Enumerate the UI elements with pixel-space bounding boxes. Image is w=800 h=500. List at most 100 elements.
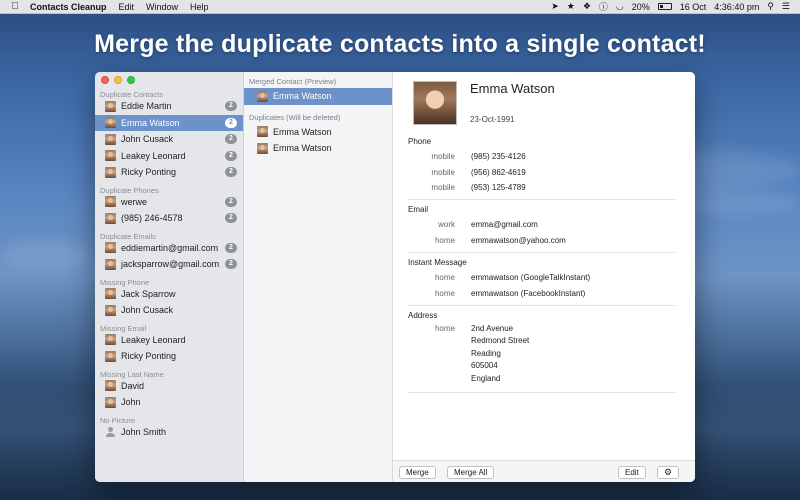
- app-menu[interactable]: Contacts Cleanup: [30, 2, 107, 12]
- sidebar-item-label: Eddie Martin: [121, 101, 172, 112]
- section-divider: [408, 252, 675, 253]
- battery-icon[interactable]: [657, 3, 672, 10]
- gear-icon[interactable]: ⚙: [657, 466, 679, 479]
- contact-birthday: 23-Oct-1991: [470, 115, 515, 124]
- sidebar-list: Duplicate Contacts Eddie Martin 2 Emma Wats…: [95, 88, 243, 440]
- menu-help[interactable]: Help: [190, 2, 209, 12]
- address-lines: 2nd Avenue Redmond Street Reading 605004…: [455, 323, 529, 385]
- field-label: home: [434, 235, 455, 245]
- contact-avatar: [105, 212, 116, 224]
- count-badge: 2: [225, 117, 237, 128]
- sidebar-item[interactable]: Eddie Martin 2: [95, 98, 243, 115]
- address-section: Address home 2nd Avenue Redmond Street R…: [393, 308, 695, 385]
- menu-edit[interactable]: Edit: [119, 2, 135, 12]
- field-label: work: [438, 220, 455, 230]
- field-label: mobile: [431, 152, 455, 162]
- sidebar-item[interactable]: John Cusack 2: [95, 131, 243, 148]
- merged-contact-item[interactable]: Emma Watson: [244, 88, 392, 105]
- sidebar-item-label: (985) 246-4578: [121, 213, 183, 224]
- sidebar-item-label: Jack Sparrow: [121, 288, 176, 299]
- sidebar-item[interactable]: eddiemartin@gmail.com 2: [95, 240, 243, 257]
- sidebar-item[interactable]: werwe 2: [95, 194, 243, 211]
- address-line: England: [471, 373, 501, 383]
- im-field: home emmawatson (FacebookInstant): [393, 286, 695, 302]
- field-value: (956) 862-4619: [471, 167, 526, 177]
- close-button[interactable]: [101, 76, 109, 84]
- sidebar-item-label: werwe: [121, 196, 148, 207]
- sidebar-item-label: John Smith: [121, 426, 167, 437]
- contact-avatar: [105, 117, 116, 129]
- phone-field: mobile (953) 125-4789: [393, 180, 695, 196]
- section-divider: [408, 199, 675, 200]
- sidebar-item[interactable]: Jack Sparrow: [95, 286, 243, 303]
- info-icon[interactable]: ⓘ: [599, 0, 608, 13]
- clock-time[interactable]: 4:36:40 pm: [714, 2, 759, 12]
- sidebar-item[interactable]: John: [95, 394, 243, 411]
- section-divider: [408, 392, 675, 393]
- contact-avatar: [105, 288, 116, 300]
- sidebar-section-title: Missing Phone: [100, 277, 150, 287]
- sidebar-item[interactable]: Leakey Leonard: [95, 332, 243, 349]
- merge-all-button[interactable]: Merge All: [447, 466, 495, 479]
- field-value: (985) 235-4126: [471, 152, 526, 162]
- email-heading: Email: [408, 205, 429, 214]
- count-badge: 2: [225, 134, 237, 145]
- sidebar-section-title: Missing Last Name: [100, 369, 164, 379]
- wifi-icon[interactable]: ◡: [616, 1, 624, 12]
- clock-date[interactable]: 16 Oct: [680, 2, 707, 12]
- contact-avatar: [105, 150, 116, 162]
- duplicate-label: Emma Watson: [273, 143, 332, 154]
- edit-button[interactable]: Edit: [618, 466, 646, 479]
- minimize-button[interactable]: [114, 76, 122, 84]
- address-heading: Address: [408, 311, 438, 320]
- contact-avatar: [257, 142, 268, 154]
- field-label: home: [434, 288, 455, 298]
- spotlight-search-icon[interactable]: ⚲: [767, 1, 774, 12]
- contact-avatar: [105, 350, 116, 362]
- duplicate-item[interactable]: Emma Watson: [244, 140, 392, 157]
- count-badge: 2: [225, 259, 237, 270]
- sidebar-item[interactable]: Ricky Ponting: [95, 348, 243, 365]
- email-section: Email work emma@gmail.com home emmawatso…: [393, 202, 695, 248]
- phone-field: mobile (985) 235-4126: [393, 149, 695, 165]
- sidebar-item[interactable]: jacksparrow@gmail.com 2: [95, 256, 243, 273]
- duplicate-item[interactable]: Emma Watson: [244, 124, 392, 141]
- field-label: mobile: [431, 183, 455, 193]
- address-line: Redmond Street: [471, 336, 530, 346]
- sidebar-item[interactable]: Ricky Ponting 2: [95, 164, 243, 181]
- merged-contact-heading: Merged Contact (Preview): [249, 77, 337, 86]
- battery-percentage[interactable]: 20%: [632, 2, 650, 12]
- menubar-status-area: ➤ ★ ❖ ⓘ ◡ 20% 16 Oct 4:36:40 pm ⚲ ☰: [551, 0, 800, 13]
- contact-avatar: [105, 166, 116, 178]
- menu-window[interactable]: Window: [146, 2, 178, 12]
- contact-avatar: [105, 100, 116, 112]
- sidebar-section-title: No Picture: [100, 415, 136, 425]
- address-line: 2nd Avenue: [471, 324, 514, 333]
- field-value: emmawatson (FacebookInstant): [471, 288, 586, 298]
- location-arrow-icon[interactable]: ➤: [551, 1, 559, 12]
- merge-button[interactable]: Merge: [399, 466, 436, 479]
- instant-message-section: Instant Message home emmawatson (GoogleT…: [393, 255, 695, 301]
- star-icon[interactable]: ★: [567, 1, 575, 12]
- contact-avatar: [105, 258, 116, 270]
- app-window: Duplicate Contacts Eddie Martin 2 Emma Wats…: [95, 72, 695, 482]
- sidebar-item[interactable]: (985) 246-4578 2: [95, 210, 243, 227]
- apple-icon[interactable]: : [0, 1, 30, 12]
- sidebar-item-label: Ricky Ponting: [121, 351, 177, 362]
- sidebar-item[interactable]: Leakey Leonard 2: [95, 148, 243, 165]
- promo-headline: Merge the duplicate contacts into a sing…: [94, 30, 706, 58]
- dropbox-icon[interactable]: ❖: [583, 1, 591, 12]
- contact-avatar: [257, 126, 268, 138]
- sidebar-item[interactable]: David: [95, 378, 243, 395]
- sidebar-item[interactable]: John Cusack: [95, 302, 243, 319]
- address-line: Reading: [471, 348, 501, 358]
- section-divider: [408, 305, 675, 306]
- duplicate-label: Emma Watson: [273, 126, 332, 137]
- count-badge: 2: [225, 242, 237, 253]
- contact-avatar: [105, 242, 116, 254]
- contact-avatar: [257, 90, 268, 102]
- sidebar-item[interactable]: John Smith: [95, 424, 243, 441]
- sidebar-item[interactable]: Emma Watson 2: [95, 114, 243, 131]
- notification-center-icon[interactable]: ☰: [782, 1, 790, 12]
- zoom-button[interactable]: [127, 76, 135, 84]
